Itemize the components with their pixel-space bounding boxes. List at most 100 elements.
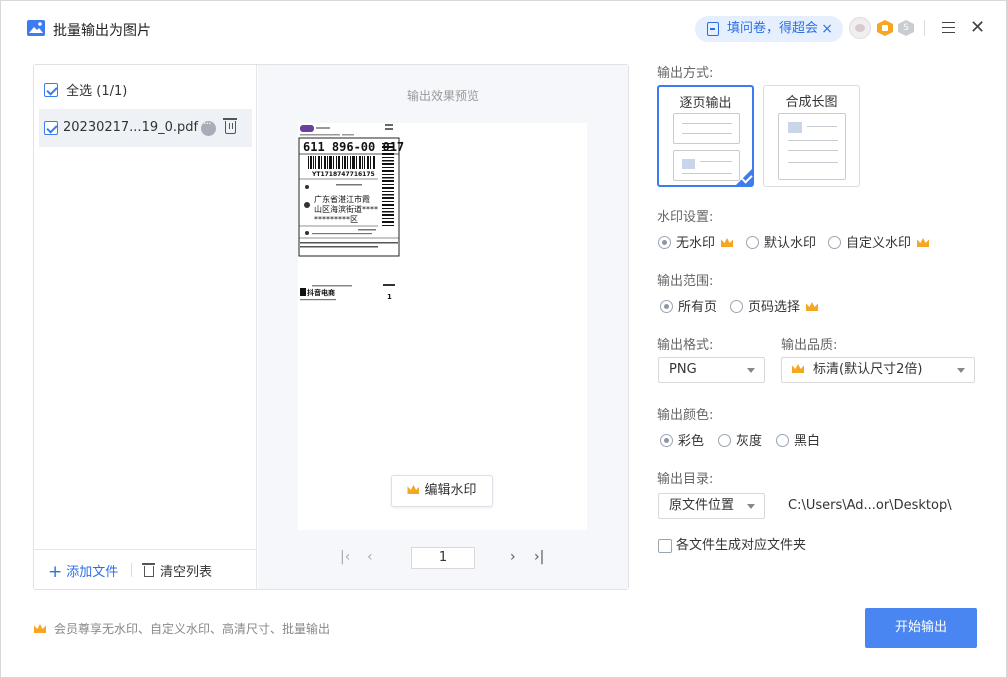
file-checkbox[interactable]: [44, 121, 58, 135]
dir-select[interactable]: 原文件位置: [658, 493, 765, 519]
more-icon[interactable]: [201, 117, 216, 136]
mode-per-page-card[interactable]: 逐页输出: [657, 85, 754, 187]
crown-icon: [917, 238, 930, 247]
mode-per-page-label: 逐页输出: [679, 96, 732, 111]
preview-page: 611 896-00 017 YT1718747716175 广东省湛江市霞 山…: [298, 123, 587, 530]
select-all-checkbox[interactable]: [44, 82, 58, 97]
trash-icon: [142, 563, 155, 577]
format-label: 输出格式:: [657, 338, 714, 353]
survey-banner[interactable]: 填问卷，得超会 ×: [695, 16, 843, 42]
promo-text: 会员尊享无水印、自定义水印、高清尺寸、批量输出: [54, 622, 331, 636]
color-bw-label: 黑白: [794, 434, 821, 449]
dir-value: 原文件位置: [669, 498, 735, 513]
radio[interactable]: [660, 434, 673, 447]
survey-close-icon[interactable]: ×: [821, 16, 833, 42]
prev-page-icon[interactable]: ‹: [367, 549, 373, 565]
clear-list-button[interactable]: 清空列表: [142, 561, 213, 580]
waybill-number: YT1718747716175: [311, 171, 375, 178]
window-title: 批量输出为图片: [53, 23, 151, 39]
watermark-none-option[interactable]: 无水印: [658, 232, 738, 251]
format-value: PNG: [669, 362, 697, 377]
header-divider: [924, 20, 925, 36]
brand-name: 抖音电商: [307, 288, 335, 297]
pagination: |‹ ‹ 1 › ›|: [258, 547, 628, 569]
watermark-default-option[interactable]: 默认水印: [746, 232, 816, 251]
address-line-1: 广东省湛江市霞: [314, 194, 370, 204]
radio[interactable]: [718, 434, 731, 447]
chevron-down-icon: [747, 504, 755, 509]
radio[interactable]: [746, 236, 759, 249]
files-preview-panel: 全选 (1/1) 20230217...19_0.pdf +添加文件 清空列表 …: [33, 64, 629, 590]
quality-value: 标清(默认尺寸2倍): [813, 362, 923, 377]
next-page-icon[interactable]: ›: [510, 549, 516, 565]
add-file-button[interactable]: + 添加文件: [48, 561, 118, 582]
preview-title: 输出效果预览: [406, 89, 479, 103]
member-promo: 会员尊享无水印、自定义水印、高清尺寸、批量输出: [34, 620, 330, 637]
footer-divider: [131, 563, 132, 577]
radio[interactable]: [828, 236, 841, 249]
crown-icon: [34, 624, 46, 633]
file-list-footer: + 添加文件 清空列表: [34, 549, 256, 589]
shipping-label-thumbnail: 611 896-00 017 YT1718747716175 广东省湛江市霞 山…: [298, 124, 404, 301]
crown-icon: [407, 485, 420, 494]
page-number-input[interactable]: 1: [411, 547, 475, 569]
select-all-label: 全选 (1/1): [66, 84, 128, 99]
color-bw-option[interactable]: 黑白: [776, 430, 820, 449]
radio[interactable]: [730, 300, 743, 313]
radio[interactable]: [658, 236, 671, 249]
output-path[interactable]: C:\Users\Ad...or\Desktop\: [788, 498, 952, 513]
item-quantity: 1: [387, 293, 392, 301]
first-page-icon[interactable]: |‹: [340, 549, 350, 565]
watermark-custom-label: 自定义水印: [846, 236, 912, 251]
per-file-folder-checkbox[interactable]: [658, 538, 672, 553]
vip-badge-icon[interactable]: [877, 20, 893, 36]
start-output-button[interactable]: 开始输出: [865, 608, 977, 648]
watermark-none-label: 无水印: [676, 236, 716, 251]
color-label: 输出颜色:: [657, 408, 714, 423]
watermark-default-label: 默认水印: [764, 236, 817, 251]
range-label: 输出范围:: [657, 274, 714, 289]
select-all[interactable]: 全选 (1/1): [44, 80, 127, 99]
chevron-down-icon: [957, 368, 965, 373]
format-select[interactable]: PNG: [658, 357, 765, 383]
clear-list-label: 清空列表: [160, 565, 213, 580]
plus-icon: +: [48, 562, 63, 582]
address-line-3: *********区: [314, 215, 358, 224]
quality-select[interactable]: 标清(默认尺寸2倍): [781, 357, 975, 383]
radio[interactable]: [776, 434, 789, 447]
s-badge-icon[interactable]: S: [898, 20, 914, 36]
chevron-down-icon: [747, 368, 755, 373]
add-file-label: 添加文件: [66, 565, 119, 580]
edit-watermark-button[interactable]: 编辑水印: [391, 475, 493, 507]
address-line-2: 山区海滨街道****: [314, 204, 378, 214]
dialog-window: 批量输出为图片 填问卷，得超会 × S ✕ 全选 (1/1) 20230217.…: [0, 0, 1007, 678]
preview-area: 输出效果预览 611 896-00 017 YT1718747716175 广东…: [258, 65, 628, 589]
color-gray-option[interactable]: 灰度: [718, 430, 762, 449]
dir-label: 输出目录:: [657, 472, 714, 487]
long-image-icon: [778, 113, 846, 180]
range-select-option[interactable]: 页码选择: [730, 296, 823, 315]
crown-icon: [721, 238, 734, 247]
mode-long-image-label: 合成长图: [785, 95, 838, 110]
range-all-option[interactable]: 所有页: [660, 296, 717, 315]
color-gray-label: 灰度: [736, 434, 763, 449]
menu-icon[interactable]: [942, 22, 955, 33]
watermark-custom-option[interactable]: 自定义水印: [828, 232, 934, 251]
crown-icon: [792, 364, 804, 373]
per-file-folder-option[interactable]: 各文件生成对应文件夹: [658, 534, 806, 553]
delete-icon[interactable]: [223, 118, 237, 134]
output-mode-label: 输出方式:: [657, 66, 714, 81]
close-icon[interactable]: ✕: [970, 18, 985, 38]
crown-icon: [806, 302, 819, 311]
avatar[interactable]: [849, 17, 871, 39]
radio[interactable]: [660, 300, 673, 313]
color-full-option[interactable]: 彩色: [660, 430, 704, 449]
title-bar: 批量输出为图片 填问卷，得超会 × S ✕: [1, 1, 1006, 57]
watermark-label: 水印设置:: [657, 210, 714, 225]
mode-long-image-card[interactable]: 合成长图: [763, 85, 860, 187]
image-export-icon: [27, 20, 45, 36]
range-select-label: 页码选择: [748, 300, 801, 315]
list-item[interactable]: 20230217...19_0.pdf: [39, 109, 252, 147]
last-page-icon[interactable]: ›|: [534, 549, 544, 565]
page-sheet-icon: [673, 150, 740, 181]
